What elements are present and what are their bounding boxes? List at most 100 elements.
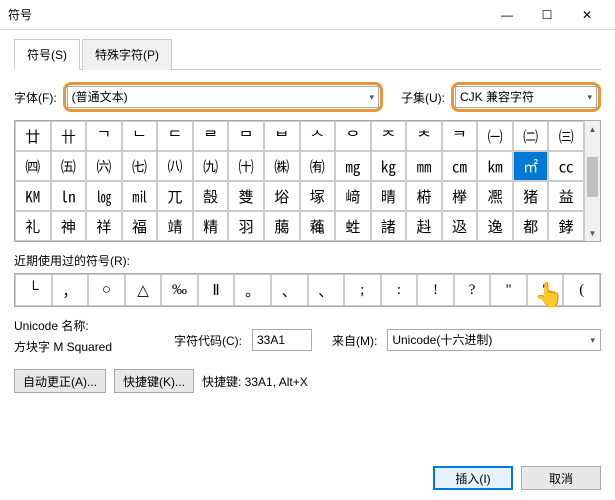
font-select[interactable]: (普通文本) bbox=[67, 86, 379, 108]
recent-symbol-cell[interactable]: ‰ bbox=[161, 274, 198, 306]
symbol-cell[interactable]: ㏕ bbox=[122, 181, 158, 211]
symbol-cell[interactable]: 﨑 bbox=[335, 181, 371, 211]
symbol-cell[interactable]: 羽 bbox=[228, 211, 264, 241]
symbol-cell[interactable]: ᄂ bbox=[122, 121, 158, 151]
symbol-cell[interactable]: 精 bbox=[193, 211, 229, 241]
symbol-cell[interactable]: ᄎ bbox=[406, 121, 442, 151]
symbol-cell[interactable]: 﨣 bbox=[406, 211, 442, 241]
symbol-cell[interactable]: ㈠ bbox=[477, 121, 513, 151]
symbol-cell[interactable]: 﨓 bbox=[406, 181, 442, 211]
symbol-cell[interactable]: 﨎 bbox=[228, 181, 264, 211]
symbol-cell[interactable]: 凞 bbox=[477, 181, 513, 211]
symbol-cell[interactable]: ㏎ bbox=[15, 181, 51, 211]
char-code-label: 字符代码(C): bbox=[174, 332, 242, 349]
symbol-cell[interactable]: ㏄ bbox=[548, 151, 584, 181]
symbol-cell[interactable]: ᄃ bbox=[157, 121, 193, 151]
symbol-cell[interactable]: 蘒 bbox=[300, 211, 336, 241]
symbol-cell[interactable]: ㈦ bbox=[122, 151, 158, 181]
symbol-cell[interactable]: 兀 bbox=[157, 181, 193, 211]
symbol-cell[interactable]: ㈣ bbox=[15, 151, 51, 181]
symbol-cell[interactable]: 﨏 bbox=[264, 181, 300, 211]
symbol-cell[interactable]: ㈥ bbox=[86, 151, 122, 181]
shortcut-key-button[interactable]: 快捷键(K)... bbox=[114, 369, 194, 393]
tab-special-chars[interactable]: 特殊字符(P) bbox=[82, 39, 172, 70]
recent-symbol-cell[interactable]: 、 bbox=[308, 274, 345, 306]
scroll-up-icon[interactable]: ▲ bbox=[585, 121, 600, 137]
autocorrect-button[interactable]: 自动更正(A)... bbox=[14, 369, 106, 393]
symbol-cell[interactable]: ㈤ bbox=[51, 151, 87, 181]
recent-symbol-cell[interactable]: " bbox=[490, 274, 527, 306]
symbol-cell[interactable]: ㈡ bbox=[513, 121, 549, 151]
symbol-cell[interactable]: ᄅ bbox=[193, 121, 229, 151]
symbol-cell[interactable]: 塚 bbox=[300, 181, 336, 211]
symbol-cell[interactable]: 﨤 bbox=[442, 211, 478, 241]
symbol-cell[interactable]: ᄋ bbox=[335, 121, 371, 151]
insert-button[interactable]: 插入(I) bbox=[433, 466, 513, 490]
scroll-down-icon[interactable]: ▼ bbox=[585, 225, 600, 241]
symbol-cell[interactable]: ㈩ bbox=[228, 151, 264, 181]
recent-symbol-cell[interactable]: " bbox=[527, 274, 564, 306]
symbol-cell[interactable]: 廿 bbox=[15, 121, 51, 151]
recent-symbol-cell[interactable]: └ bbox=[15, 274, 52, 306]
symbol-cell[interactable]: ㎡ bbox=[513, 151, 549, 181]
recent-symbol-cell[interactable]: : bbox=[381, 274, 418, 306]
symbol-cell[interactable]: ㎞ bbox=[477, 151, 513, 181]
close-button[interactable]: ✕ bbox=[567, 1, 607, 29]
symbol-cell[interactable]: ᄏ bbox=[442, 121, 478, 151]
recent-symbol-cell[interactable]: ， bbox=[52, 274, 89, 306]
cancel-button[interactable]: 取消 bbox=[521, 466, 601, 490]
symbol-cell[interactable]: 祥 bbox=[86, 211, 122, 241]
char-code-input[interactable] bbox=[252, 329, 312, 351]
symbol-cell[interactable]: ㏒ bbox=[86, 181, 122, 211]
subset-select[interactable]: CJK 兼容字符 bbox=[455, 86, 597, 108]
symbol-cell[interactable]: ᄉ bbox=[300, 121, 336, 151]
symbol-cell[interactable]: 晴 bbox=[371, 181, 407, 211]
symbol-cell[interactable]: 猪 bbox=[513, 181, 549, 211]
symbol-cell[interactable]: 靖 bbox=[157, 211, 193, 241]
symbol-cell[interactable]: ㎜ bbox=[406, 151, 442, 181]
scroll-thumb[interactable] bbox=[587, 157, 598, 197]
recent-symbol-cell[interactable]: △ bbox=[125, 274, 162, 306]
symbol-cell[interactable]: 神 bbox=[51, 211, 87, 241]
symbol-cell[interactable]: ㈨ bbox=[193, 151, 229, 181]
symbol-cell[interactable]: 卄 bbox=[51, 121, 87, 151]
recent-symbol-cell[interactable]: ; bbox=[344, 274, 381, 306]
symbol-cell[interactable]: ㈲ bbox=[300, 151, 336, 181]
symbol-cell[interactable]: 諸 bbox=[371, 211, 407, 241]
recent-symbol-cell[interactable]: ( bbox=[563, 274, 600, 306]
minimize-button[interactable]: — bbox=[487, 1, 527, 29]
grid-scrollbar[interactable]: ▲ ▼ bbox=[584, 121, 600, 241]
unicode-name-value: 方块字 M Squared bbox=[14, 340, 112, 354]
symbol-cell[interactable]: 﨟 bbox=[264, 211, 300, 241]
recent-symbol-cell[interactable]: ○ bbox=[88, 274, 125, 306]
symbol-cell[interactable]: 﨧 bbox=[548, 211, 584, 241]
symbol-cell[interactable]: ㎏ bbox=[371, 151, 407, 181]
symbol-cell[interactable]: 礼 bbox=[15, 211, 51, 241]
symbol-cell[interactable]: 福 bbox=[122, 211, 158, 241]
recent-symbol-cell[interactable]: Ⅱ bbox=[198, 274, 235, 306]
symbol-cell[interactable]: 﨡 bbox=[335, 211, 371, 241]
symbol-cell[interactable]: 﨔 bbox=[442, 181, 478, 211]
symbol-cell[interactable]: 益 bbox=[548, 181, 584, 211]
recent-symbol-cell[interactable]: 。 bbox=[234, 274, 271, 306]
symbol-cell[interactable]: ᄇ bbox=[264, 121, 300, 151]
recent-symbol-cell[interactable]: ! bbox=[417, 274, 454, 306]
symbol-cell[interactable]: 都 bbox=[513, 211, 549, 241]
symbol-cell[interactable]: 嗀 bbox=[193, 181, 229, 211]
symbol-cell[interactable]: ㎝ bbox=[442, 151, 478, 181]
symbol-cell[interactable]: 逸 bbox=[477, 211, 513, 241]
unicode-name-label: Unicode 名称: bbox=[14, 317, 164, 334]
symbol-cell[interactable]: ㎎ bbox=[335, 151, 371, 181]
symbol-cell[interactable]: ㈧ bbox=[157, 151, 193, 181]
symbol-cell[interactable]: ㈢ bbox=[548, 121, 584, 151]
symbol-cell[interactable]: ᄆ bbox=[228, 121, 264, 151]
symbol-cell[interactable]: ᄌ bbox=[371, 121, 407, 151]
symbol-cell[interactable]: ᄀ bbox=[86, 121, 122, 151]
symbol-cell[interactable]: ㈱ bbox=[264, 151, 300, 181]
recent-symbol-cell[interactable]: 、 bbox=[271, 274, 308, 306]
symbol-cell[interactable]: ㏑ bbox=[51, 181, 87, 211]
maximize-button[interactable]: ☐ bbox=[527, 1, 567, 29]
recent-symbol-cell[interactable]: ? bbox=[454, 274, 491, 306]
tab-symbols[interactable]: 符号(S) bbox=[14, 39, 80, 70]
from-select[interactable]: Unicode(十六进制) bbox=[387, 329, 601, 351]
